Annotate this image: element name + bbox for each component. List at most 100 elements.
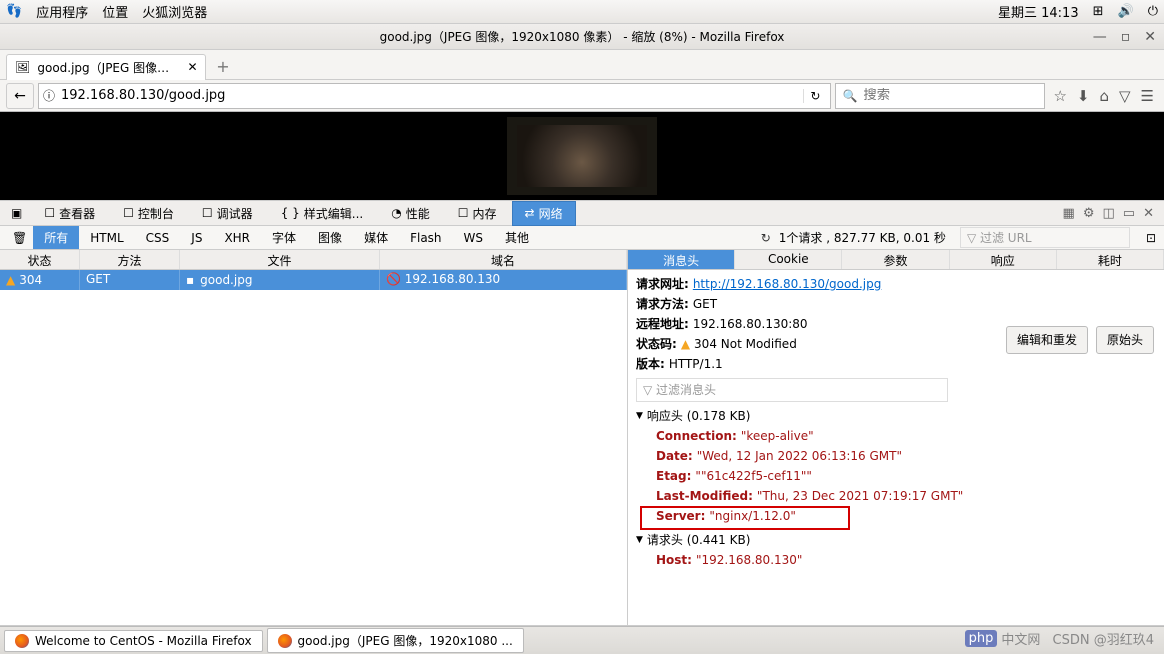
reload-icon[interactable]: ↻ [803, 89, 826, 103]
col-method[interactable]: 方法 [80, 250, 180, 269]
url-bar[interactable]: ⓘ ↻ [38, 83, 831, 109]
task-item[interactable]: good.jpg（JPEG 图像，1920x1080 ... [267, 628, 524, 653]
filter-xhr[interactable]: XHR [213, 228, 261, 248]
clock: 星期三 14:13 [998, 2, 1079, 21]
tab-favicon: 🖼 [15, 60, 29, 74]
requests-summary: 1个请求 , 827.77 KB, 0.01 秒 [779, 229, 946, 246]
tab-style[interactable]: { } 样式编辑... [268, 201, 377, 226]
col-domain[interactable]: 域名 [380, 250, 627, 269]
search-bar[interactable]: 🔍 [835, 83, 1045, 109]
file-thumb-icon: ▪ [186, 273, 194, 287]
filter-js[interactable]: JS [180, 228, 213, 248]
home-icon[interactable]: ⌂ [1099, 87, 1109, 105]
devtools-dock-icon[interactable]: ◫ [1103, 206, 1115, 221]
devtools-layout-icon[interactable]: ▦ [1063, 206, 1075, 221]
tab-inspector[interactable]: ☐ 查看器 [31, 201, 108, 226]
tab-cookies[interactable]: Cookie [735, 250, 842, 269]
search-icon: 🔍 [842, 89, 857, 103]
browser-tab[interactable]: 🖼 good.jpg（JPEG 图像，1... ✕ [6, 54, 206, 80]
star-icon[interactable]: ☆ [1053, 87, 1066, 105]
filter-all[interactable]: 所有 [33, 226, 79, 249]
reload-request-icon[interactable]: ↻ [761, 231, 771, 245]
tab-params[interactable]: 参数 [842, 250, 949, 269]
network-icon[interactable]: ⊞ [1093, 4, 1104, 19]
firefox-icon [15, 634, 29, 648]
devtools-tabs: ▣ ☐ 查看器 ☐ 控制台 ☐ 调试器 { } 样式编辑... ◔ 性能 ☐ 内… [0, 200, 1164, 226]
header-value: "Wed, 12 Jan 2022 06:13:16 GMT" [697, 446, 902, 466]
highlight-box [640, 506, 850, 530]
filter-ws[interactable]: WS [453, 228, 494, 248]
table-header: 状态 方法 文件 域名 [0, 250, 627, 270]
header-value: ""61c422f5-cef11"" [695, 466, 812, 486]
request-details: 消息头 Cookie 参数 响应 耗时 请求网址: http://192.168… [628, 250, 1164, 625]
header-key: Last-Modified: [656, 486, 753, 506]
tab-console[interactable]: ☐ 控制台 [110, 201, 187, 226]
tab-network[interactable]: ⇄ 网络 [512, 201, 576, 226]
filter-media[interactable]: 媒体 [353, 226, 399, 249]
response-headers-section[interactable]: ▼响应头 (0.178 KB) [636, 406, 1156, 426]
filter-url-input[interactable]: ▽ 过滤 URL [960, 227, 1130, 248]
clear-icon[interactable]: 🗑 [6, 231, 33, 245]
gnome-icon: 👣 [6, 4, 22, 19]
popout-icon[interactable]: ⊡ [1144, 229, 1158, 247]
power-icon[interactable]: ⏻ [1148, 4, 1158, 19]
filter-images[interactable]: 图像 [307, 226, 353, 249]
watermark: php中文网 CSDN @羽红玖4 [965, 629, 1154, 648]
network-filter-bar: 🗑 所有 HTML CSS JS XHR 字体 图像 媒体 Flash WS 其… [0, 226, 1164, 250]
volume-icon[interactable]: 🔊 [1118, 4, 1134, 19]
network-table: 状态 方法 文件 域名 ▲ 304 GET ▪ good.jpg 🚫 192.1… [0, 250, 628, 625]
info-icon[interactable]: ⓘ [43, 87, 55, 104]
menu-icon[interactable]: ☰ [1141, 87, 1154, 105]
edit-resend-button[interactable]: 编辑和重发 [1006, 326, 1088, 354]
browser-tabs: 🖼 good.jpg（JPEG 图像，1... ✕ + [0, 50, 1164, 80]
devtools-picker-icon[interactable]: ▣ [4, 202, 29, 224]
image-preview [507, 117, 657, 195]
warning-icon: ▲ [6, 273, 15, 287]
table-row[interactable]: ▲ 304 GET ▪ good.jpg 🚫 192.168.80.130 [0, 270, 627, 290]
pocket-icon[interactable]: ▽ [1119, 87, 1131, 105]
tab-headers[interactable]: 消息头 [628, 250, 735, 269]
menu-applications[interactable]: 应用程序 [36, 2, 88, 21]
search-input[interactable] [863, 88, 1038, 103]
col-status[interactable]: 状态 [0, 250, 80, 269]
tab-memory[interactable]: ☐ 内存 [445, 201, 510, 226]
tab-debugger[interactable]: ☐ 调试器 [189, 201, 266, 226]
header-key: Etag: [656, 466, 691, 486]
header-value: "keep-alive" [741, 426, 814, 446]
maximize-button[interactable]: ▫ [1121, 29, 1131, 45]
download-icon[interactable]: ⬇ [1077, 87, 1090, 105]
filter-headers-input[interactable]: ▽ 过滤消息头 [636, 378, 948, 402]
filter-css[interactable]: CSS [135, 228, 181, 248]
nav-back-button[interactable]: ← [6, 83, 34, 109]
close-button[interactable]: ✕ [1144, 29, 1156, 45]
header-key: Host: [656, 550, 692, 570]
raw-headers-button[interactable]: 原始头 [1096, 326, 1154, 354]
tab-timings[interactable]: 耗时 [1057, 250, 1164, 269]
page-content [0, 112, 1164, 200]
tab-response[interactable]: 响应 [950, 250, 1057, 269]
filter-flash[interactable]: Flash [399, 228, 452, 248]
request-headers-section[interactable]: ▼请求头 (0.441 KB) [636, 530, 1156, 550]
minimize-button[interactable]: — [1093, 29, 1107, 45]
tab-close-icon[interactable]: ✕ [188, 60, 197, 74]
menu-browser[interactable]: 火狐浏览器 [142, 2, 207, 21]
tab-performance[interactable]: ◔ 性能 [378, 201, 443, 226]
filter-html[interactable]: HTML [79, 228, 134, 248]
status-warning-icon: ▲ [681, 334, 690, 354]
desktop-menubar: 👣 应用程序 位置 火狐浏览器 星期三 14:13 ⊞ 🔊 ⏻ [0, 0, 1164, 24]
request-url[interactable]: http://192.168.80.130/good.jpg [693, 274, 882, 294]
filter-other[interactable]: 其他 [494, 226, 540, 249]
devtools-settings-icon[interactable]: ⚙ [1083, 206, 1095, 221]
devtools-undock-icon[interactable]: ▭ [1123, 206, 1135, 221]
new-tab-button[interactable]: + [212, 56, 234, 78]
window-title-text: good.jpg（JPEG 图像，1920x1080 像素） - 缩放 (8%)… [380, 28, 785, 45]
task-item[interactable]: Welcome to CentOS - Mozilla Firefox [4, 630, 263, 652]
url-input[interactable] [61, 88, 797, 103]
tab-label: good.jpg（JPEG 图像，1... [37, 59, 179, 76]
menu-places[interactable]: 位置 [102, 2, 128, 21]
address-toolbar: ← ⓘ ↻ 🔍 ☆ ⬇ ⌂ ▽ ☰ [0, 80, 1164, 112]
header-value: "Thu, 23 Dec 2021 07:19:17 GMT" [757, 486, 963, 506]
devtools-close-icon[interactable]: ✕ [1143, 206, 1154, 221]
filter-fonts[interactable]: 字体 [261, 226, 307, 249]
col-file[interactable]: 文件 [180, 250, 380, 269]
